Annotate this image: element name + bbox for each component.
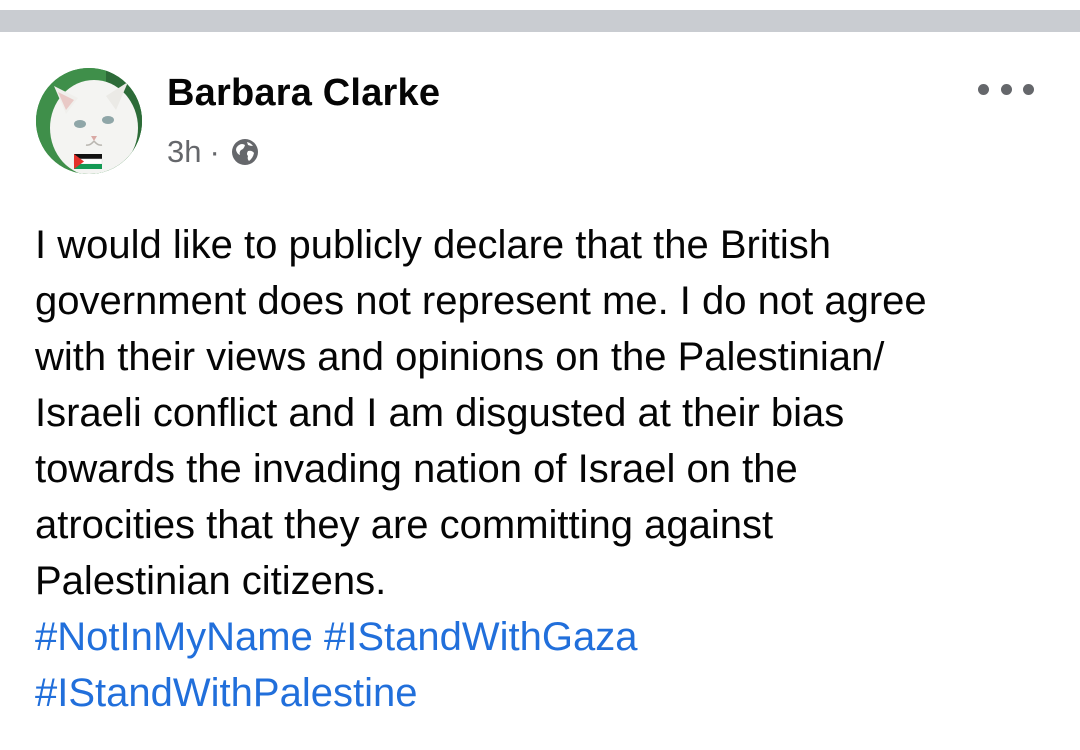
post-body-line: I would like to publicly declare that th… — [35, 223, 831, 267]
more-options-icon-dot — [1023, 83, 1034, 95]
more-options-button[interactable] — [978, 72, 1034, 106]
post-body-line: towards the invading nation of Israel on… — [35, 447, 798, 491]
hashtag-line: #IStandWithPalestine — [35, 665, 1045, 721]
hashtag-link[interactable]: #IStandWithGaza — [324, 615, 638, 659]
hashtag-line: #NotInMyName #IStandWithGaza — [35, 609, 1045, 665]
meta-separator: · — [209, 134, 220, 169]
post-body-line: Israeli conflict and I am disgusted at t… — [35, 391, 845, 435]
hashtag-link[interactable]: #IStandWithPalestine — [35, 671, 417, 715]
post-card: Barbara Clarke 3h · I would like to publ… — [0, 32, 1080, 750]
palestine-flag-icon — [73, 154, 103, 169]
post-body-line: Palestinian citizens. — [35, 559, 387, 603]
post-hashtags: #NotInMyName #IStandWithGaza #IStandWith… — [35, 609, 1045, 721]
avatar[interactable] — [36, 68, 142, 174]
post-body: I would like to publicly declare that th… — [35, 217, 1045, 609]
more-options-icon-dot — [978, 83, 989, 95]
post-body-line: government does not represent me. I do n… — [35, 279, 927, 323]
feed-divider — [0, 0, 1080, 32]
post-body-line: atrocities that they are committing agai… — [35, 503, 774, 547]
avatar-cat-image — [36, 68, 142, 174]
more-options-icon-dot — [1000, 83, 1012, 95]
hashtag-link[interactable]: #NotInMyName — [35, 615, 313, 659]
author-name[interactable]: Barbara Clarke — [167, 72, 440, 115]
post-meta: 3h · — [167, 132, 260, 172]
post-timestamp[interactable]: 3h — [167, 134, 201, 170]
post-body-line: with their views and opinions on the Pal… — [35, 335, 885, 379]
globe-icon[interactable] — [230, 137, 260, 167]
feed-divider-bar — [0, 10, 1080, 32]
